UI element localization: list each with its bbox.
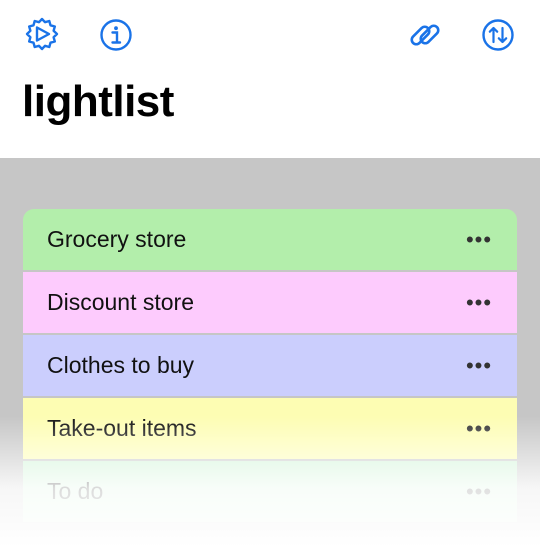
list-item-take-out-items[interactable]: Take-out items ••• [23, 398, 517, 459]
list-item-label: Clothes to buy [47, 352, 195, 378]
list-item-label: Take-out items [47, 415, 197, 441]
list-item-clothes-to-buy[interactable]: Clothes to buy ••• [23, 335, 517, 396]
sort-button[interactable] [478, 15, 518, 55]
list-item-grocery-store[interactable]: Grocery store ••• [23, 209, 517, 270]
top-bar: lightlist [0, 0, 540, 158]
list-item-to-do[interactable]: To do ••• [23, 461, 517, 522]
info-icon [100, 19, 132, 51]
sort-icon [482, 19, 514, 51]
more-options-icon[interactable]: ••• [464, 290, 494, 315]
share-link-button[interactable] [405, 15, 445, 55]
settings-icon [25, 17, 59, 51]
lists-area: Grocery store ••• Discount store ••• Clo… [0, 158, 540, 547]
list-item-label: Grocery store [47, 226, 187, 252]
settings-button[interactable] [22, 15, 62, 55]
link-icon [410, 24, 440, 46]
more-options-icon[interactable]: ••• [464, 479, 494, 504]
more-options-icon[interactable]: ••• [464, 353, 494, 378]
page-title: lightlist [22, 77, 174, 126]
info-button[interactable] [96, 15, 136, 55]
more-options-icon[interactable]: ••• [464, 416, 494, 441]
list-item-label: Discount store [47, 289, 195, 315]
list-item-discount-store[interactable]: Discount store ••• [23, 272, 517, 333]
list-item-label: To do [47, 478, 104, 504]
list-container: Grocery store ••• Discount store ••• Clo… [23, 209, 517, 524]
more-options-icon[interactable]: ••• [464, 227, 494, 252]
